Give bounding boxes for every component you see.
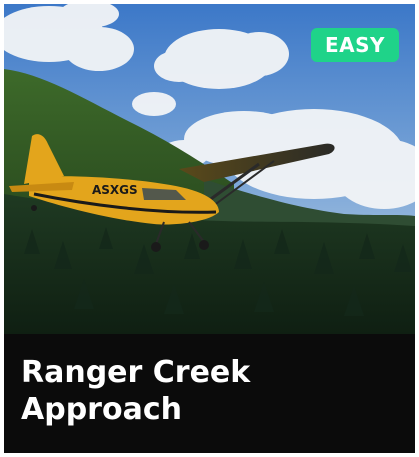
- flight-title: Ranger Creek Approach: [21, 355, 251, 427]
- flight-card[interactable]: ASXGS EASY Ranger Creek Approach: [4, 4, 415, 453]
- flight-card-image[interactable]: ASXGS EASY: [4, 4, 415, 334]
- aircraft-registration: ASXGS: [92, 183, 138, 197]
- difficulty-badge: EASY: [311, 28, 399, 62]
